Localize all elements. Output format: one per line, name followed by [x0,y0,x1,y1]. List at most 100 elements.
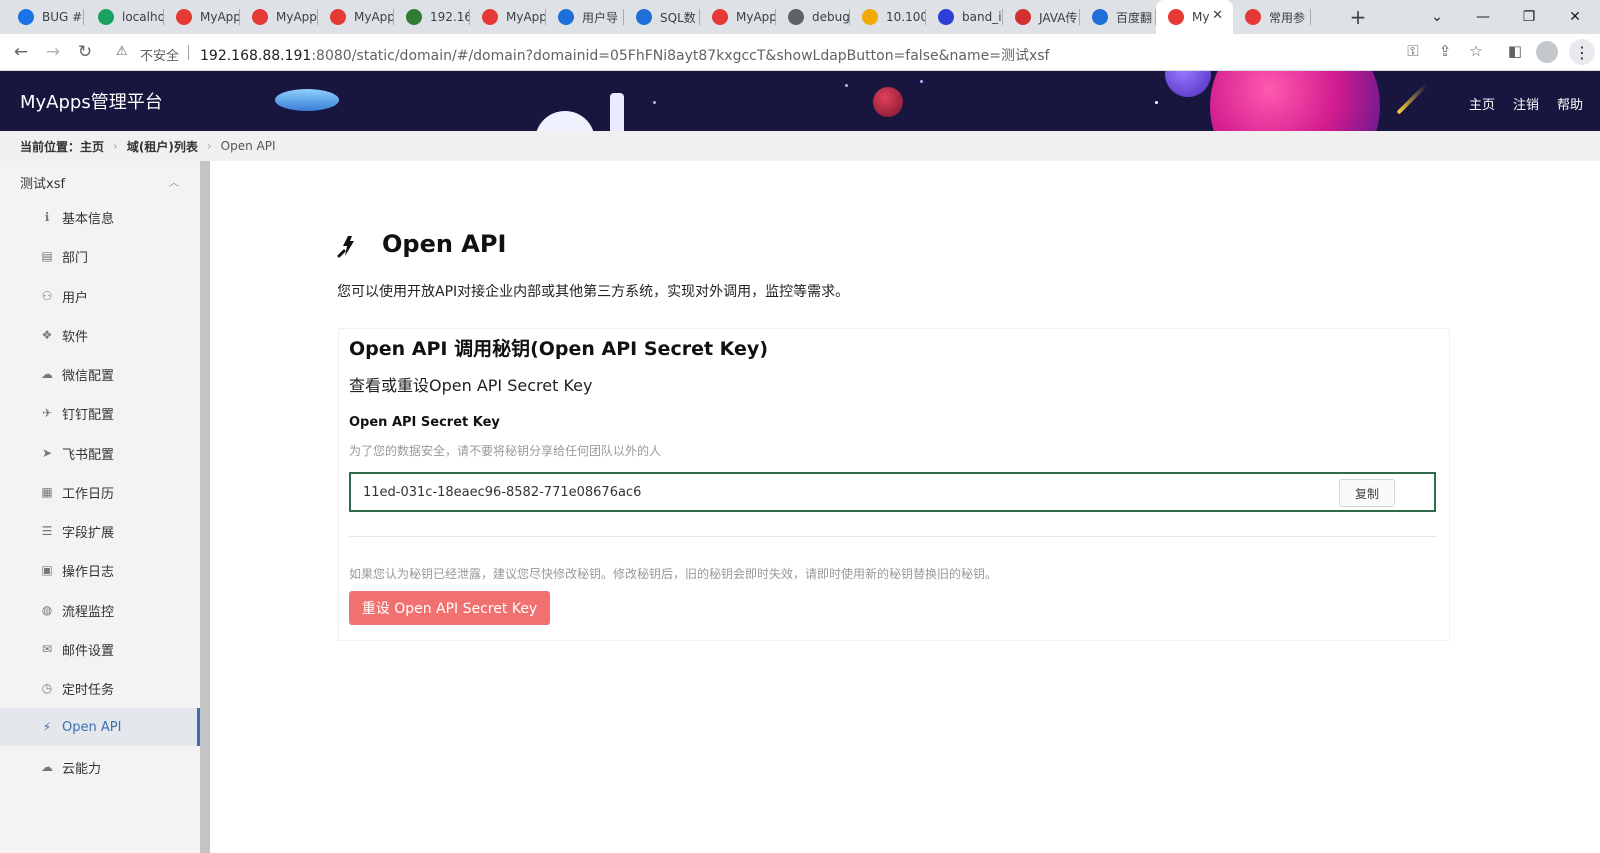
sidebar-item-label: 邮件设置 [62,643,115,659]
sidebar-item-label: 微信配置 [62,368,115,384]
browser-tab[interactable]: 百度翻 [1080,0,1156,34]
browser-tab[interactable]: SQL数 [624,0,700,34]
url-text[interactable]: 192.168.88.191:8080/static/domain/#/doma… [200,45,1049,65]
info-icon: ℹ [44,210,50,224]
browser-tab-title: JAVA传 [1039,10,1078,25]
comet-illustration [1396,83,1428,115]
sidebar-item[interactable]: ☁ 微信配置 [0,355,200,393]
minimize-icon[interactable]: — [1460,0,1506,34]
app-title: MyApps管理平台 [20,92,163,113]
sidebar-item[interactable]: ◷ 定时任务 [0,669,200,707]
sidebar-scrollbar[interactable] [200,161,210,853]
sidebar-item-label: 流程监控 [62,604,115,620]
back-icon[interactable]: ← [8,39,34,65]
address-bar[interactable]: ⚠ 不安全 192.168.88.191:8080/static/domain/… [106,38,1573,67]
doc-icon [636,9,652,25]
browser-tab-title: My [1192,10,1210,24]
sidebar-item[interactable]: ☁ 云能力 [0,748,200,786]
browser-tab[interactable]: debug [776,0,850,34]
browser-tab-title: 常用参 [1269,10,1306,25]
vue-icon [406,9,422,25]
close-window-icon[interactable]: ✕ [1552,0,1598,34]
myapps-icon [330,9,346,25]
header-link-logout[interactable]: 注销 [1513,94,1539,113]
sidebar-item[interactable]: ◍ 流程监控 [0,591,200,629]
page-title: Open API [382,230,507,258]
sidebar-item[interactable]: ▦ 工作日历 [0,473,200,511]
browser-tab[interactable]: BUG # [6,0,84,34]
paper-plane-icon: ➤ [41,446,53,460]
card-divider [349,536,1437,537]
sidebar-item[interactable]: ▤ 部门 [0,237,200,275]
reset-secret-key-button[interactable]: 重设 Open API Secret Key [349,591,550,625]
sidebar-item-label: 操作日志 [62,564,115,580]
new-tab-button[interactable]: + [1344,3,1372,31]
doc-icon [558,9,574,25]
copy-button[interactable]: 复制 [1339,479,1395,507]
bookmark-star-icon[interactable]: ☆ [1465,42,1487,60]
reload-icon[interactable]: ↻ [72,39,98,65]
sidebar-item[interactable]: ❖ 软件 [0,316,200,354]
forward-icon[interactable]: → [40,39,66,65]
sidebar-item[interactable]: ☰ 字段扩展 [0,512,200,550]
chevron-up-icon[interactable]: ︿ [169,174,179,189]
key-icon[interactable]: ⚿ [1402,42,1424,60]
sidebar-item[interactable]: ▣ 操作日志 [0,551,200,589]
side-panel-icon[interactable]: ◧ [1504,42,1526,60]
browser-tab[interactable]: My ✕ [1156,0,1233,34]
browser-tab[interactable]: 用户导 [546,0,624,34]
breadcrumb-domain-list[interactable]: 域(租户)列表 [127,138,198,155]
restore-icon[interactable]: ❐ [1506,0,1552,34]
browser-menu-icon[interactable]: ⋮ [1569,39,1595,65]
browser-tab[interactable]: 常用参 [1233,0,1311,34]
sidebar-item[interactable]: ⚡ Open API [0,708,200,746]
browser-tab[interactable]: 10.100 [850,0,926,34]
browser-tab[interactable]: MyApp [318,0,394,34]
browser-tab[interactable]: MyApp [470,0,546,34]
star-decoration [653,101,656,104]
globe-icon [788,9,804,25]
breadcrumb-home[interactable]: 主页 [80,138,104,155]
share-icon[interactable]: ⇪ [1434,42,1456,60]
browser-tab-strip: + ⌄ — ❐ ✕ BUG # localho MyApp MyApp MyApp 192… [0,0,1600,34]
breadcrumb-separator-icon: › [113,139,118,153]
cubes-icon: ❖ [41,328,53,342]
sidebar-item[interactable]: ✉ 邮件设置 [0,630,200,668]
warning-icon[interactable]: ⚠ [116,44,128,59]
plane-icon: ✈ [41,406,53,420]
app-header: MyApps管理平台 主页 注销 帮助 [0,71,1600,131]
insecure-label[interactable]: 不安全 [140,45,179,64]
browser-tab[interactable]: MyApp [240,0,318,34]
secret-key-field[interactable]: 11ed-031c-18eaec96-8582-771e08676ac6 复制 [349,472,1436,512]
tab-separator [83,9,84,25]
browser-tab[interactable]: MyApp [700,0,776,34]
browser-tab[interactable]: localho [86,0,164,34]
browser-tab-title: MyApp [276,10,317,24]
card-subtitle: 查看或重设Open API Secret Key [349,376,593,395]
myapps-icon [252,9,268,25]
calendar-icon: ▦ [41,485,53,499]
tab-search-icon[interactable]: ⌄ [1414,0,1460,34]
sidebar-item-label: 基本信息 [62,211,115,227]
sidebar-item[interactable]: ℹ 基本信息 [0,198,200,236]
header-link-help[interactable]: 帮助 [1557,94,1583,113]
sidebar-group-title[interactable]: 测试xsf [20,173,65,192]
breadcrumb-current: Open API [220,139,276,153]
browser-tab[interactable]: band_i [926,0,1003,34]
envelope-icon: ✉ [41,642,53,656]
header-link-home[interactable]: 主页 [1469,94,1495,113]
sidebar-item[interactable]: ✈ 钉钉配置 [0,394,200,432]
secret-key-hint: 为了您的数据安全，请不要将秘钥分享给任何团队以外的人 [349,444,662,458]
secret-key-value[interactable]: 11ed-031c-18eaec96-8582-771e08676ac6 [363,485,641,500]
close-tab-icon[interactable]: ✕ [1212,8,1223,23]
sidebar-item[interactable]: ⚇ 用户 [0,277,200,315]
browser-tab[interactable]: JAVA传 [1003,0,1080,34]
url-path: :8080/static/domain/#/domain?domainid=05… [311,48,1050,64]
browser-tab-title: localho [122,10,164,24]
sidebar-item[interactable]: ➤ 飞书配置 [0,434,200,472]
browser-tab[interactable]: 192.16 [394,0,470,34]
myapps-icon [712,9,728,25]
browser-tab[interactable]: MyApp [164,0,240,34]
red-planet-illustration [873,87,903,117]
profile-avatar[interactable] [1536,41,1558,63]
